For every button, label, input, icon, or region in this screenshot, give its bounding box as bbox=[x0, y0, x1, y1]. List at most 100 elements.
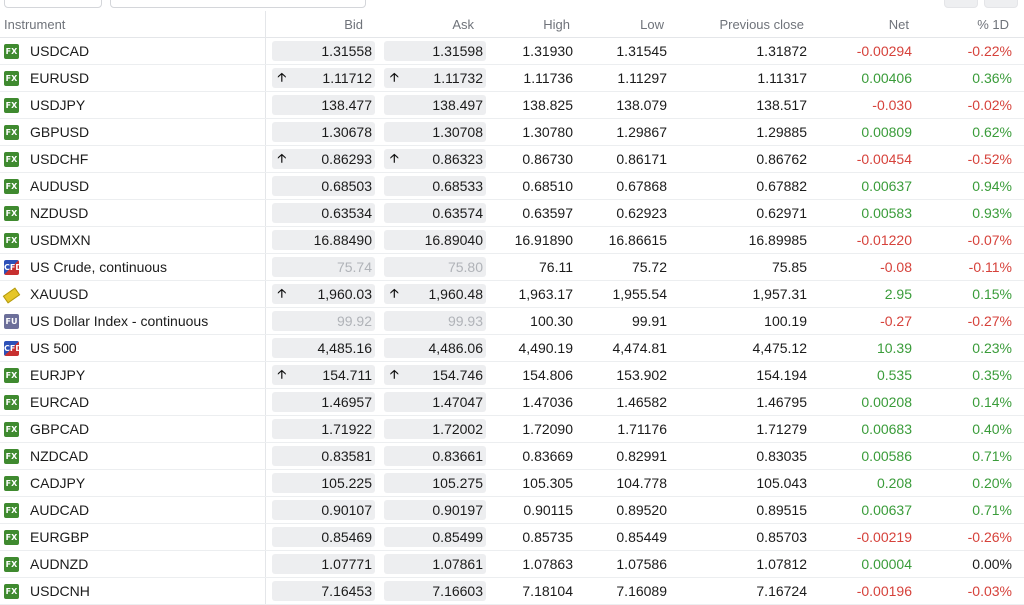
bid-cell[interactable]: 7.16453 bbox=[265, 577, 378, 605]
ask-cell[interactable]: 1.72002 bbox=[378, 415, 489, 443]
instrument-cell[interactable]: FU US Dollar Index - continuous bbox=[0, 307, 266, 335]
ask-cell[interactable]: 0.90197 bbox=[378, 496, 489, 524]
ask-cell[interactable]: 99.93 bbox=[378, 307, 489, 335]
search-input[interactable] bbox=[110, 0, 366, 8]
instrument-cell[interactable]: FX EURJPY bbox=[0, 361, 266, 389]
table-row[interactable]: CFD US 500 4,485.16 4,486.06 4,490.19 4,474.8… bbox=[0, 334, 1024, 362]
instrument-cell[interactable]: FX EURUSD bbox=[0, 64, 266, 92]
ask-cell[interactable]: 7.16603 bbox=[378, 577, 489, 605]
table-row[interactable]: FX USDCAD 1.31558 1.31598 1.31930 1.31545 1.31… bbox=[0, 37, 1024, 65]
toolbar-button[interactable] bbox=[944, 0, 978, 8]
table-row[interactable]: FX USDMXN 16.88490 16.89040 16.91890 16.86615… bbox=[0, 226, 1024, 254]
column-header-ask[interactable]: Ask bbox=[378, 11, 489, 38]
ask-cell[interactable]: 1.07861 bbox=[378, 550, 489, 578]
bid-cell[interactable]: 4,485.16 bbox=[265, 334, 378, 362]
bid-cell[interactable]: 138.477 bbox=[265, 91, 378, 119]
table-row[interactable]: FX GBPCAD 1.71922 1.72002 1.72090 1.71176 1.71… bbox=[0, 415, 1024, 443]
bid-cell[interactable]: 99.92 bbox=[265, 307, 378, 335]
toolbar-dropdown[interactable] bbox=[4, 0, 102, 8]
bid-cell[interactable]: 0.68503 bbox=[265, 172, 378, 200]
bid-cell[interactable]: 🡡 1,960.03 bbox=[265, 280, 378, 308]
table-row[interactable]: FX EURCAD 1.46957 1.47047 1.47036 1.46582 1.46… bbox=[0, 388, 1024, 416]
instrument-cell[interactable]: FX NZDUSD bbox=[0, 199, 266, 227]
bid-cell[interactable]: 16.88490 bbox=[265, 226, 378, 254]
table-row[interactable]: FX NZDCAD 0.83581 0.83661 0.83669 0.82991 0.83… bbox=[0, 442, 1024, 470]
instrument-cell[interactable]: FX EURGBP bbox=[0, 523, 266, 551]
column-header-pct-1d[interactable]: % 1D bbox=[924, 11, 1024, 38]
ask-cell[interactable]: 1.47047 bbox=[378, 388, 489, 416]
instrument-cell[interactable]: FX AUDUSD bbox=[0, 172, 266, 200]
table-row[interactable]: FX AUDCAD 0.90107 0.90197 0.90115 0.89520 0.89… bbox=[0, 496, 1024, 524]
table-row[interactable]: FU US Dollar Index - continuous 99.92 99.93… bbox=[0, 307, 1024, 335]
bid-cell[interactable]: 1.31558 bbox=[265, 37, 378, 65]
column-header-instrument[interactable]: Instrument bbox=[0, 11, 266, 38]
ask-cell[interactable]: 0.83661 bbox=[378, 442, 489, 470]
instrument-cell[interactable]: XAUUSD bbox=[0, 280, 266, 308]
table-row[interactable]: FX USDCHF 🡡 0.86293 🡡 0.86323 0.86730 0.86171 0.… bbox=[0, 145, 1024, 173]
ask-cell[interactable]: 🡡 154.746 bbox=[378, 361, 489, 389]
fu-badge-icon: FU bbox=[4, 313, 19, 329]
bid-cell[interactable]: 0.63534 bbox=[265, 199, 378, 227]
ask-cell[interactable]: 🡡 1,960.48 bbox=[378, 280, 489, 308]
bid-cell[interactable]: 1.07771 bbox=[265, 550, 378, 578]
instrument-cell[interactable]: FX USDCAD bbox=[0, 37, 266, 65]
bid-cell[interactable]: 75.74 bbox=[265, 253, 378, 281]
ask-cell[interactable]: 🡡 1.11732 bbox=[378, 64, 489, 92]
table-row[interactable]: FX EURUSD 🡡 1.11712 🡡 1.11732 1.11736 1.11297 1.… bbox=[0, 64, 1024, 92]
column-header-low[interactable]: Low bbox=[585, 11, 679, 38]
ask-cell[interactable]: 0.63574 bbox=[378, 199, 489, 227]
ask-cell[interactable]: 138.497 bbox=[378, 91, 489, 119]
ask-cell[interactable]: 4,486.06 bbox=[378, 334, 489, 362]
table-row[interactable]: FX USDJPY 138.477 138.497 138.825 138.079 138.… bbox=[0, 91, 1024, 119]
instrument-cell[interactable]: FX USDCHF bbox=[0, 145, 266, 173]
column-header-net[interactable]: Net bbox=[819, 11, 924, 38]
instrument-cell[interactable]: FX CADJPY bbox=[0, 469, 266, 497]
toolbar-button[interactable] bbox=[984, 0, 1018, 8]
bid-cell[interactable]: 0.83581 bbox=[265, 442, 378, 470]
column-header-high[interactable]: High bbox=[489, 11, 585, 38]
instrument-cell[interactable]: CFD US Crude, continuous bbox=[0, 253, 266, 281]
table-row[interactable]: FX AUDNZD 1.07771 1.07861 1.07863 1.07586 1.07… bbox=[0, 550, 1024, 578]
table-row[interactable]: FX CADJPY 105.225 105.275 105.305 104.778 105.… bbox=[0, 469, 1024, 497]
instrument-cell[interactable]: FX USDCNH bbox=[0, 577, 266, 605]
instrument-cell[interactable]: FX NZDCAD bbox=[0, 442, 266, 470]
instrument-cell[interactable]: FX USDMXN bbox=[0, 226, 266, 254]
instrument-cell[interactable]: CFD US 500 bbox=[0, 334, 266, 362]
bid-cell[interactable]: 105.225 bbox=[265, 469, 378, 497]
ask-cell[interactable]: 75.80 bbox=[378, 253, 489, 281]
instrument-cell[interactable]: FX USDJPY bbox=[0, 91, 266, 119]
bid-cell[interactable]: 🡡 154.711 bbox=[265, 361, 378, 389]
bid-cell[interactable]: 🡡 1.11712 bbox=[265, 64, 378, 92]
bid-cell[interactable]: 0.90107 bbox=[265, 496, 378, 524]
ask-cell[interactable]: 0.68533 bbox=[378, 172, 489, 200]
table-row[interactable]: XAUUSD 🡡 1,960.03 🡡 1,960.48 1,963.17 1,955.54… bbox=[0, 280, 1024, 308]
bid-cell[interactable]: 1.30678 bbox=[265, 118, 378, 146]
ask-cell[interactable]: 🡡 0.86323 bbox=[378, 145, 489, 173]
ask-cell[interactable]: 105.275 bbox=[378, 469, 489, 497]
bid-cell[interactable]: 1.46957 bbox=[265, 388, 378, 416]
instrument-cell[interactable]: FX GBPCAD bbox=[0, 415, 266, 443]
instrument-name: EURCAD bbox=[30, 394, 90, 410]
bid-cell[interactable]: 1.71922 bbox=[265, 415, 378, 443]
bid-cell[interactable]: 🡡 0.86293 bbox=[265, 145, 378, 173]
ask-cell[interactable]: 0.85499 bbox=[378, 523, 489, 551]
fx-badge-icon: FX bbox=[4, 70, 19, 86]
instrument-cell[interactable]: FX AUDNZD bbox=[0, 550, 266, 578]
bid-cell[interactable]: 0.85469 bbox=[265, 523, 378, 551]
instrument-cell[interactable]: FX AUDCAD bbox=[0, 496, 266, 524]
table-row[interactable]: FX AUDUSD 0.68503 0.68533 0.68510 0.67868 0.67… bbox=[0, 172, 1024, 200]
instrument-cell[interactable]: FX EURCAD bbox=[0, 388, 266, 416]
table-row[interactable]: CFD US Crude, continuous 75.74 75.80 76.11 75… bbox=[0, 253, 1024, 281]
column-header-previous-close[interactable]: Previous close bbox=[679, 11, 819, 38]
instrument-name: AUDCAD bbox=[30, 502, 90, 518]
table-row[interactable]: FX EURJPY 🡡 154.711 🡡 154.746 154.806 153.902 15… bbox=[0, 361, 1024, 389]
ask-cell[interactable]: 16.89040 bbox=[378, 226, 489, 254]
column-header-bid[interactable]: Bid bbox=[265, 11, 378, 38]
table-row[interactable]: FX NZDUSD 0.63534 0.63574 0.63597 0.62923 0.62… bbox=[0, 199, 1024, 227]
ask-cell[interactable]: 1.31598 bbox=[378, 37, 489, 65]
table-row[interactable]: FX USDCNH 7.16453 7.16603 7.18104 7.16089 7.16… bbox=[0, 577, 1024, 605]
table-row[interactable]: FX GBPUSD 1.30678 1.30708 1.30780 1.29867 1.29… bbox=[0, 118, 1024, 146]
table-row[interactable]: FX EURGBP 0.85469 0.85499 0.85735 0.85449 0.85… bbox=[0, 523, 1024, 551]
ask-cell[interactable]: 1.30708 bbox=[378, 118, 489, 146]
instrument-cell[interactable]: FX GBPUSD bbox=[0, 118, 266, 146]
